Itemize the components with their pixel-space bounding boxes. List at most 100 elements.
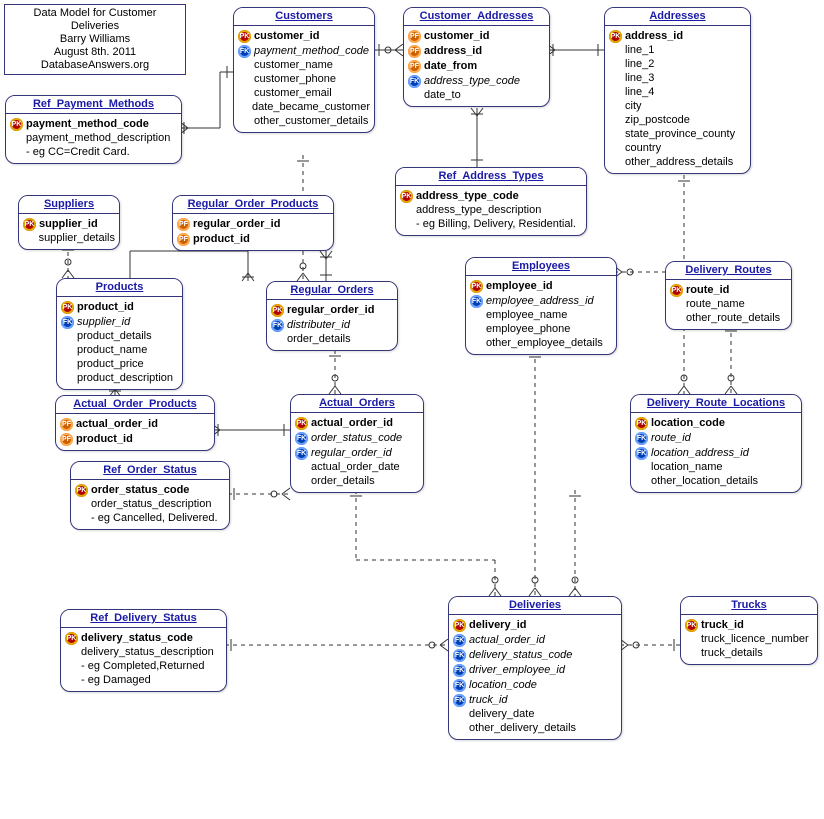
fk-icon: FK (295, 447, 308, 460)
column-label: supplier_details (39, 231, 115, 245)
column-label: other_employee_details (486, 336, 603, 350)
pk-icon: PK (670, 284, 683, 297)
column-label: customer_id (254, 29, 319, 43)
entity-rows: PKaddress_type_code address_type_descrip… (396, 186, 586, 235)
entity-row: PFproduct_id (177, 231, 329, 246)
entity-rows: PKtruck_id truck_licence_number truck_de… (681, 615, 817, 664)
fk-icon: FK (61, 316, 74, 329)
column-label: other_delivery_details (469, 721, 576, 735)
spacer-icon (470, 322, 482, 336)
entity-row: FKdelivery_status_code (453, 647, 617, 662)
column-label: product_id (77, 300, 134, 314)
entity-row: other_route_details (670, 311, 787, 325)
fk-icon: FK (238, 45, 251, 58)
entity-rows: PFregular_order_idPFproduct_id (173, 214, 333, 250)
pf-icon: PF (408, 30, 421, 43)
fk-icon: FK (453, 664, 466, 677)
entity-rows: PKcustomer_idFKpayment_method_code custo… (234, 26, 374, 132)
entity-row: PKaddress_type_code (400, 188, 582, 203)
column-label: actual_order_id (469, 633, 545, 647)
spacer-icon (453, 707, 465, 721)
entity-delivery-routes: Delivery_RoutesPKroute_id route_name oth… (665, 261, 792, 330)
entity-row: address_type_description (400, 203, 582, 217)
column-label: - eg Billing, Delivery, Residential. (416, 217, 576, 231)
spacer-icon (61, 343, 73, 357)
column-label: other_customer_details (254, 114, 368, 128)
column-label: customer_id (424, 29, 489, 43)
spacer-icon (75, 497, 87, 511)
column-label: date_became_customer (252, 100, 370, 114)
entity-row: PKsupplier_id (23, 216, 115, 231)
entity-row: PFregular_order_id (177, 216, 329, 231)
spacer-icon (61, 357, 73, 371)
column-label: other_location_details (651, 474, 758, 488)
column-label: order_status_code (311, 431, 402, 445)
pk-icon: PK (271, 304, 284, 317)
column-label: supplier_id (39, 217, 98, 231)
pk-icon: PK (609, 30, 622, 43)
spacer-icon (635, 460, 647, 474)
spacer-icon (400, 203, 412, 217)
entity-title: Ref_Delivery_Status (61, 610, 226, 628)
spacer-icon (65, 659, 77, 673)
column-label: delivery_status_code (469, 648, 572, 662)
entity-actual-orders: Actual_OrdersPKactual_order_idFKorder_st… (290, 394, 424, 493)
spacer-icon (635, 474, 647, 488)
pk-icon: PK (295, 417, 308, 430)
info-line2: Barry Williams (9, 33, 181, 46)
entity-rows: PKlocation_codeFKroute_idFKlocation_addr… (631, 413, 801, 492)
entity-row: - eg Billing, Delivery, Residential. (400, 217, 582, 231)
entity-rows: PKproduct_idFKsupplier_id product_detail… (57, 297, 182, 389)
info-line3: August 8th. 2011 (9, 46, 181, 59)
entity-row: FKorder_status_code (295, 430, 419, 445)
entity-title: Deliveries (449, 597, 621, 615)
entity-row: FKemployee_address_id (470, 293, 612, 308)
spacer-icon (295, 474, 307, 488)
entity-row: - eg Completed,Returned (65, 659, 222, 673)
column-label: - eg Completed,Returned (81, 659, 205, 673)
pk-icon: PK (453, 619, 466, 632)
entity-row: employee_name (470, 308, 612, 322)
column-label: actual_order_id (311, 416, 393, 430)
spacer-icon (685, 646, 697, 660)
column-label: delivery_id (469, 618, 526, 632)
column-label: line_2 (625, 57, 654, 71)
entity-row: PKdelivery_status_code (65, 630, 222, 645)
column-label: - eg CC=Credit Card. (26, 145, 130, 159)
column-label: line_4 (625, 85, 654, 99)
entity-row: - eg Cancelled, Delivered. (75, 511, 225, 525)
column-label: state_province_county (625, 127, 735, 141)
spacer-icon (685, 632, 697, 646)
pf-icon: PF (60, 433, 73, 446)
entity-row: zip_postcode (609, 113, 746, 127)
entity-row: PKpayment_method_code (10, 116, 177, 131)
entity-row: product_description (61, 371, 178, 385)
entity-row: PKorder_status_code (75, 482, 225, 497)
entity-row: PFproduct_id (60, 431, 210, 446)
entity-ref-payment-methods: Ref_Payment_MethodsPKpayment_method_code… (5, 95, 182, 164)
entity-row: PKcustomer_id (238, 28, 370, 43)
entity-row: order_status_description (75, 497, 225, 511)
entity-row: PKdelivery_id (453, 617, 617, 632)
column-label: customer_email (254, 86, 332, 100)
entity-trucks: TrucksPKtruck_id truck_licence_number tr… (680, 596, 818, 665)
entity-row: PFactual_order_id (60, 416, 210, 431)
entity-row: customer_phone (238, 72, 370, 86)
column-label: delivery_status_description (81, 645, 214, 659)
column-label: distributer_id (287, 318, 350, 332)
entity-title: Suppliers (19, 196, 119, 214)
entity-row: PFdate_from (408, 58, 545, 73)
spacer-icon (238, 86, 250, 100)
info-line4: DatabaseAnswers.org (9, 59, 181, 72)
fk-icon: FK (453, 634, 466, 647)
entity-title: Products (57, 279, 182, 297)
entity-row: line_4 (609, 85, 746, 99)
entity-row: FKtruck_id (453, 692, 617, 707)
entity-row: product_price (61, 357, 178, 371)
entity-rows: PKpayment_method_code payment_method_des… (6, 114, 181, 163)
spacer-icon (271, 332, 283, 346)
pk-icon: PK (238, 30, 251, 43)
spacer-icon (10, 131, 22, 145)
entity-regular-orders: Regular_OrdersPKregular_order_idFKdistri… (266, 281, 398, 351)
entity-title: Employees (466, 258, 616, 276)
